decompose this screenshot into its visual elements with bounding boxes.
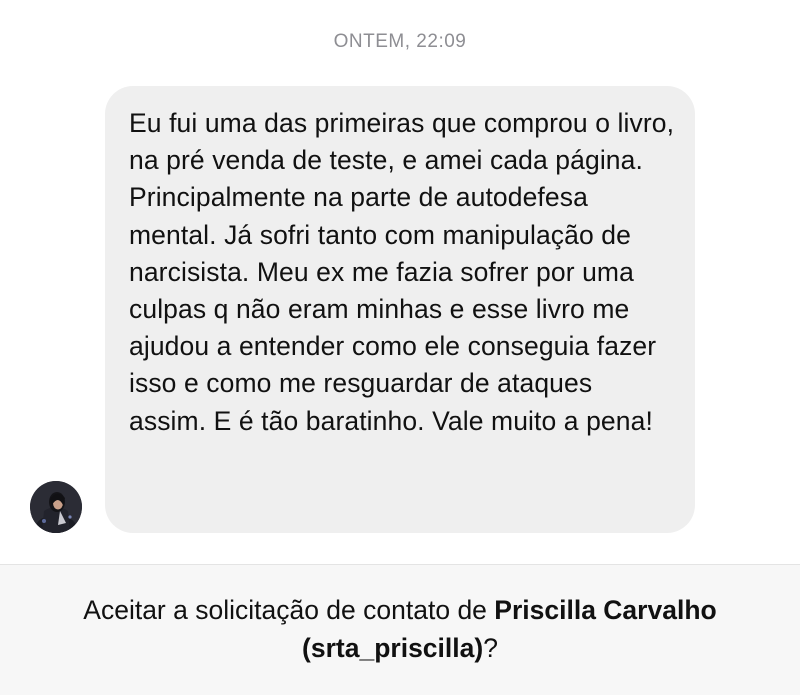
message-text: Eu fui uma das primeiras que comprou o l…: [129, 108, 675, 436]
contact-request-prompt: Aceitar a solicitação de contato de Pris…: [20, 591, 780, 667]
message-timestamp: ONTEM, 22:09: [333, 31, 467, 52]
avatar-photo: [30, 481, 82, 533]
requester-name[interactable]: Priscilla Carvalho: [494, 595, 716, 625]
sender-avatar[interactable]: [30, 481, 82, 533]
request-prefix: Aceitar a solicitação de contato de: [83, 595, 495, 625]
requester-username[interactable]: (srta_priscilla): [302, 633, 483, 663]
request-suffix: ?: [483, 633, 498, 663]
received-message-bubble[interactable]: Eu fui uma das primeiras que comprou o l…: [105, 86, 695, 533]
dm-request-screen: ONTEM, 22:09 Eu fui uma das primeiras qu…: [0, 0, 800, 695]
contact-request-bar: Aceitar a solicitação de contato de Pris…: [0, 564, 800, 695]
